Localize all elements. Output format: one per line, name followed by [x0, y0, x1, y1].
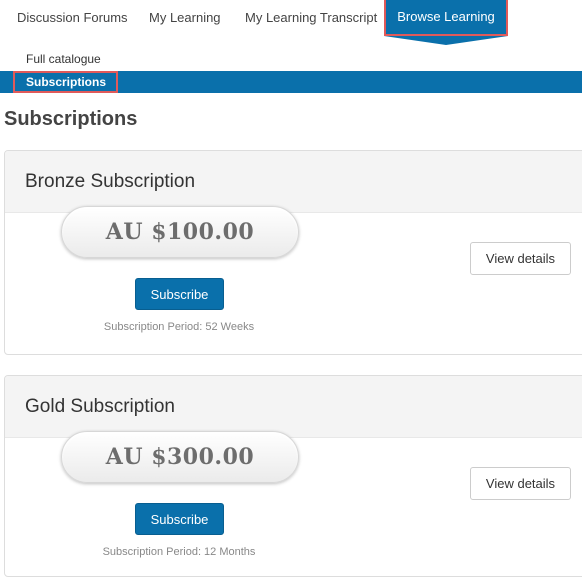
card-header: Gold Subscription [5, 376, 582, 438]
subscribe-button[interactable]: Subscribe [135, 278, 224, 310]
subnav-subscriptions[interactable]: Subscriptions [13, 71, 118, 93]
page-title: Subscriptions [4, 108, 138, 130]
subscription-period: Subscription Period: 52 Weeks [103, 321, 255, 333]
tab-my-learning[interactable]: My Learning [149, 0, 221, 36]
price-badge: AU $100.00 [61, 206, 299, 258]
subscription-name: Gold Subscription [25, 396, 175, 417]
view-details-button[interactable]: View details [470, 242, 571, 275]
subscription-card-bronze: Bronze Subscription AU $100.00 Subscribe… [4, 150, 582, 355]
subscribe-button[interactable]: Subscribe [135, 503, 224, 535]
tab-discussion-forums[interactable]: Discussion Forums [17, 0, 128, 36]
subscription-name: Bronze Subscription [25, 171, 196, 192]
subscription-period: Subscription Period: 12 Months [102, 546, 256, 558]
top-nav: Discussion Forums My Learning My Learnin… [0, 0, 582, 45]
active-tab-pointer [384, 36, 508, 45]
price-badge: AU $300.00 [61, 431, 299, 483]
subscription-card-gold: Gold Subscription AU $300.00 Subscribe S… [4, 375, 582, 577]
subnav-full-catalogue[interactable]: Full catalogue [26, 52, 101, 66]
card-header: Bronze Subscription [5, 151, 582, 213]
view-details-button[interactable]: View details [470, 467, 571, 500]
tab-browse-learning[interactable]: Browse Learning [384, 0, 508, 36]
tab-my-learning-transcript[interactable]: My Learning Transcript [245, 0, 377, 36]
